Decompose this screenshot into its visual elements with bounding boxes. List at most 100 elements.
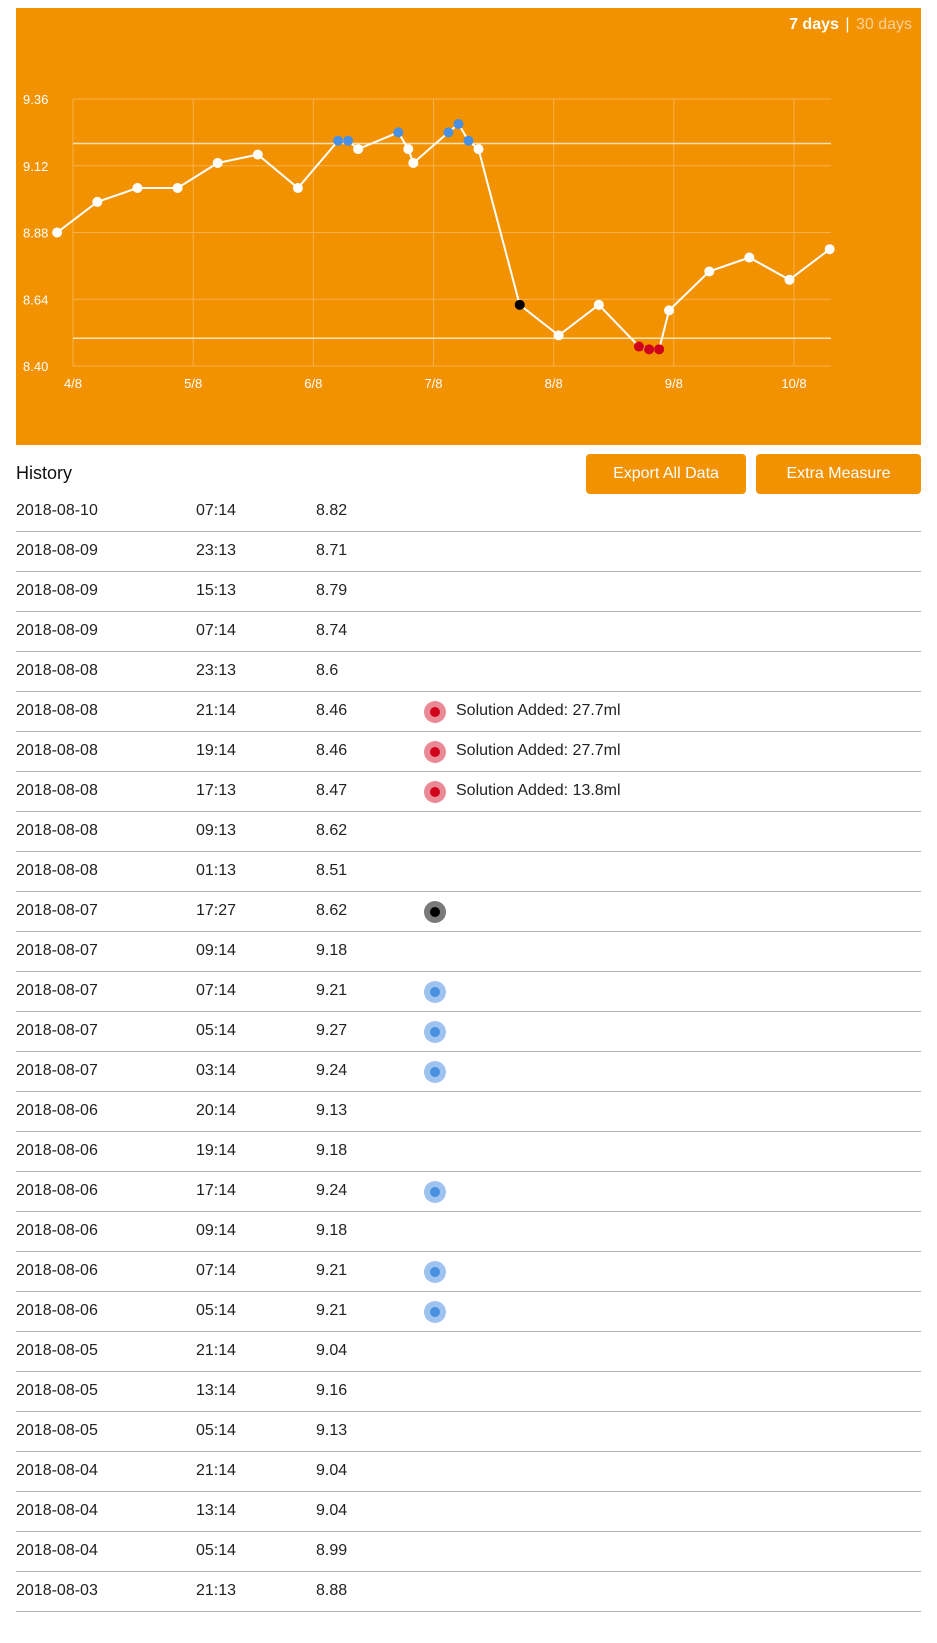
export-all-data-button[interactable]: Export All Data: [586, 454, 746, 494]
data-point-blue: [453, 119, 464, 130]
blue-marker-icon: [424, 981, 446, 1003]
history-row: 2018-08-08 17:13 8.47 Solution Added: 13.8m…: [16, 772, 921, 812]
data-point-black: [514, 299, 525, 310]
row-value: 9.21: [316, 1262, 348, 1279]
history-row: 2018-08-06 05:14 9.21: [16, 1292, 921, 1332]
data-point-white: [52, 227, 63, 238]
row-value: 8.51: [316, 862, 348, 879]
history-title: History: [16, 463, 73, 483]
row-date: 2018-08-10: [16, 502, 98, 519]
row-time: 05:14: [196, 1542, 237, 1559]
history-row: 2018-08-07 05:14 9.27: [16, 1012, 921, 1052]
row-value: 8.6: [316, 662, 339, 679]
blue-marker-icon: [424, 1061, 446, 1083]
row-date: 2018-08-08: [16, 662, 98, 679]
row-value: 8.74: [316, 622, 348, 639]
data-point-white: [212, 157, 223, 168]
row-value: 8.47: [316, 782, 348, 799]
history-row: 2018-08-08 09:13 8.62: [16, 812, 921, 852]
row-time: 23:13: [196, 662, 237, 679]
row-value: 9.24: [316, 1182, 348, 1199]
history-row: 2018-08-05 13:14 9.16: [16, 1372, 921, 1412]
row-time: 05:14: [196, 1302, 237, 1319]
row-date: 2018-08-07: [16, 942, 98, 959]
data-point-white: [593, 299, 604, 310]
row-date: 2018-08-08: [16, 862, 98, 879]
history-row: 2018-08-04 21:14 9.04: [16, 1452, 921, 1492]
y-tick-label: 9.12: [23, 159, 48, 174]
blue-marker-icon: [424, 1301, 446, 1323]
row-value: 9.21: [316, 1302, 348, 1319]
row-date: 2018-08-04: [16, 1502, 98, 1519]
x-tick-label: 4/8: [64, 376, 82, 391]
row-time: 07:14: [196, 1262, 237, 1279]
row-date: 2018-08-07: [16, 1062, 98, 1079]
row-time: 07:14: [196, 622, 237, 639]
data-point-white: [824, 244, 835, 255]
extra-measure-button[interactable]: Extra Measure: [756, 454, 921, 494]
row-time: 05:14: [196, 1422, 237, 1439]
history-row: 2018-08-07 09:14 9.18: [16, 932, 921, 972]
chart-panel: 7 days | 30 days 9.36 9.12 8.88 8.64 8.40 4/8…: [16, 8, 921, 445]
history-row: 2018-08-07 03:14 9.24: [16, 1052, 921, 1092]
history-row: 2018-08-09 07:14 8.74: [16, 612, 921, 652]
x-tick-label: 7/8: [424, 376, 442, 391]
y-tick-label: 9.36: [23, 92, 48, 107]
row-date: 2018-08-07: [16, 982, 98, 999]
data-point-white: [473, 144, 484, 155]
row-time: 17:13: [196, 782, 237, 799]
row-value: 8.46: [316, 742, 348, 759]
row-time: 09:14: [196, 942, 237, 959]
data-point-blue: [333, 135, 344, 146]
history-row: 2018-08-07 07:14 9.21: [16, 972, 921, 1012]
data-point-blue: [443, 127, 454, 138]
row-time: 19:14: [196, 1142, 237, 1159]
x-tick-label: 9/8: [665, 376, 683, 391]
row-value: 8.99: [316, 1542, 348, 1559]
row-value: 8.88: [316, 1582, 348, 1599]
blue-marker-icon: [424, 1021, 446, 1043]
x-tick-label: 5/8: [184, 376, 202, 391]
row-time: 21:14: [196, 1342, 237, 1359]
row-value: 9.18: [316, 942, 348, 959]
history-row: 2018-08-08 01:13 8.51: [16, 852, 921, 892]
row-time: 09:14: [196, 1222, 237, 1239]
row-date: 2018-08-08: [16, 822, 98, 839]
row-date: 2018-08-04: [16, 1462, 98, 1479]
data-point-red: [633, 341, 644, 352]
data-point-blue: [343, 135, 354, 146]
data-point-white: [252, 149, 263, 160]
row-time: 13:14: [196, 1502, 237, 1519]
row-date: 2018-08-05: [16, 1422, 98, 1439]
row-note: Solution Added: 27.7ml: [456, 742, 621, 759]
row-value: 9.27: [316, 1022, 348, 1039]
history-row: 2018-08-06 19:14 9.18: [16, 1132, 921, 1172]
row-time: 17:27: [196, 902, 237, 919]
row-date: 2018-08-09: [16, 622, 98, 639]
row-value: 8.46: [316, 702, 348, 719]
data-point-white: [784, 274, 795, 285]
row-time: 20:14: [196, 1102, 237, 1119]
black-marker-icon: [424, 901, 446, 923]
row-date: 2018-08-06: [16, 1142, 98, 1159]
row-date: 2018-08-09: [16, 582, 98, 599]
line-chart: 9.36 9.12 8.88 8.64 8.40 4/8 5/8 6/8 7/8 8/8 9/8 10…: [23, 92, 835, 391]
row-note: Solution Added: 27.7ml: [456, 702, 621, 719]
history-row: 2018-08-03 21:13 8.88: [16, 1572, 921, 1612]
series-line: [56, 122, 831, 351]
data-point-white: [92, 196, 103, 207]
row-value: 9.04: [316, 1502, 348, 1519]
history-row: 2018-08-05 05:14 9.13: [16, 1412, 921, 1452]
row-date: 2018-08-06: [16, 1102, 98, 1119]
row-date: 2018-08-04: [16, 1542, 98, 1559]
row-value: 8.82: [316, 502, 348, 519]
row-time: 19:14: [196, 742, 237, 759]
data-point-white: [292, 183, 303, 193]
row-time: 17:14: [196, 1182, 237, 1199]
row-value: 9.04: [316, 1462, 348, 1479]
history-row: 2018-08-07 17:27 8.62: [16, 892, 921, 932]
row-value: 9.18: [316, 1222, 348, 1239]
history-list: 2018-08-10 07:14 8.82 2018-08-09 23:13 8.71 20…: [16, 492, 921, 1612]
row-value: 9.24: [316, 1062, 348, 1079]
data-point-blue: [463, 135, 474, 146]
